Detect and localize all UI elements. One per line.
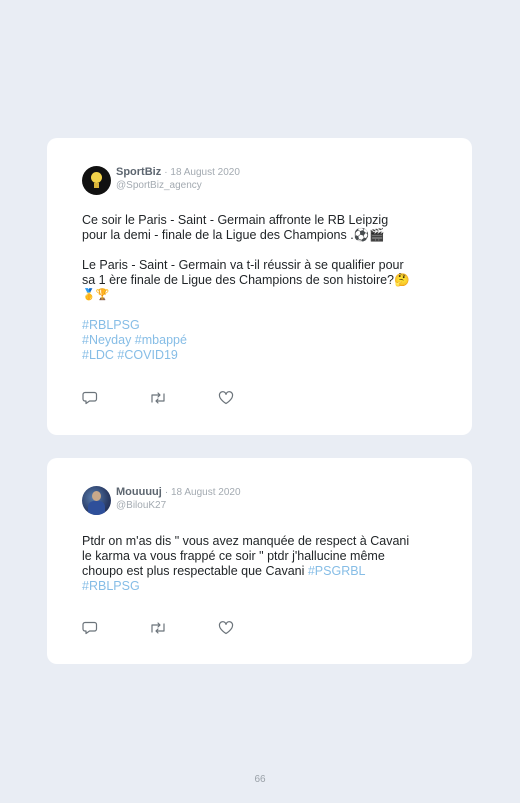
hashtag[interactable]: #RBLPSG (82, 318, 442, 333)
avatar[interactable] (82, 166, 111, 195)
profile-photo-avatar-icon (92, 491, 101, 501)
trophy-avatar-icon (91, 172, 102, 183)
tweet-text-line: pour la demi - finale de la Ligue des Ch… (82, 228, 385, 242)
hashtag[interactable]: #LDC #COVID19 (82, 348, 442, 363)
tweet-text-line: choupo est plus respectable que Cavani #… (82, 564, 366, 578)
hashtag[interactable]: #RBLPSG (82, 579, 442, 594)
tweet-text-line: Ptdr on m'as dis " vous avez manquée de … (82, 534, 410, 548)
reply-icon[interactable] (82, 391, 98, 405)
author-handle[interactable]: @BilouK27 (116, 501, 241, 511)
like-icon[interactable] (218, 621, 234, 635)
tweet-header: SportBiz · 18 August 2020 @SportBiz_agen… (116, 167, 240, 191)
tweet-date: · 18 August 2020 (164, 487, 241, 498)
tweet-header: Mouuuuj · 18 August 2020 @BilouK27 (116, 487, 241, 511)
like-icon[interactable] (218, 391, 234, 405)
tweet-card: SportBiz · 18 August 2020 @SportBiz_agen… (47, 138, 472, 435)
tweet-date: · 18 August 2020 (164, 167, 240, 178)
hashtag[interactable]: #PSGRBL (308, 564, 366, 578)
author-handle[interactable]: @SportBiz_agency (116, 181, 240, 191)
tweet-text-line: Le Paris - Saint - Germain va t-il réuss… (82, 258, 404, 272)
author-name[interactable]: SportBiz (116, 166, 161, 178)
hashtag[interactable]: #Neyday #mbappé (82, 333, 442, 348)
tweet-card: Mouuuuj · 18 August 2020 @BilouK27 Ptdr … (47, 458, 472, 664)
tweet-text-line: Ce soir le Paris - Saint - Germain affro… (82, 213, 389, 227)
retweet-icon[interactable] (149, 391, 165, 405)
tweet-body: Ptdr on m'as dis " vous avez manquée de … (82, 534, 442, 594)
avatar[interactable] (82, 486, 111, 515)
page-number: 66 (254, 774, 266, 785)
tweet-text-line: sa 1 ère finale de Ligue des Champions d… (82, 273, 410, 287)
author-name[interactable]: Mouuuuj (116, 486, 162, 498)
reply-icon[interactable] (82, 621, 98, 635)
tweet-text-line: le karma va vous frappé ce soir " ptdr j… (82, 549, 385, 563)
tweet-text-line: 🥇🏆 (82, 289, 110, 301)
tweet-body: Ce soir le Paris - Saint - Germain affro… (82, 213, 442, 363)
retweet-icon[interactable] (149, 621, 165, 635)
tweet-actions (82, 621, 242, 637)
tweet-actions (82, 391, 242, 407)
